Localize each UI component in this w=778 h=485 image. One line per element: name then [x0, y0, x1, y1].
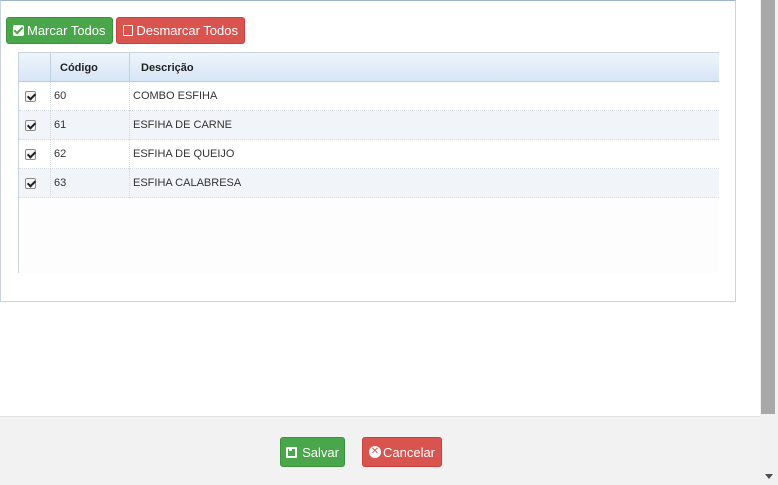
cell-divider [129, 169, 130, 198]
header-description[interactable]: Descrição [141, 53, 441, 82]
save-label: Salvar [302, 444, 339, 460]
square-icon [123, 25, 134, 36]
row-code: 62 [54, 148, 67, 160]
product-selection-panel: Marcar Todos Desmarcar Todos Código Desc… [0, 0, 736, 302]
row-code: 60 [54, 90, 67, 102]
scrollbar-thumb[interactable] [761, 0, 775, 414]
table-row[interactable]: 63 ESFIHA CALABRESA [19, 169, 719, 198]
row-checkbox[interactable] [25, 178, 36, 189]
modal-footer: Salvar ✕ Cancelar [0, 416, 760, 485]
deselect-all-button[interactable]: Desmarcar Todos [116, 17, 245, 44]
row-description: ESFIHA DE QUEIJO [133, 148, 235, 160]
cell-divider [50, 169, 51, 198]
save-button[interactable]: Salvar [280, 437, 345, 467]
times-circle-icon: ✕ [368, 446, 381, 458]
row-description: ESFIHA DE CARNE [133, 119, 233, 131]
cancel-label: Cancelar [382, 444, 436, 460]
cell-divider [50, 140, 51, 169]
row-checkbox[interactable] [25, 120, 36, 131]
row-checkbox[interactable] [25, 149, 36, 160]
cell-divider [50, 111, 51, 140]
row-checkbox[interactable] [25, 91, 36, 102]
floppy-disk-icon [286, 446, 298, 458]
cell-divider [50, 82, 51, 111]
cell-divider [129, 140, 130, 169]
row-code: 63 [54, 177, 67, 189]
header-divider [50, 53, 51, 82]
deselect-all-label: Desmarcar Todos [136, 23, 238, 38]
table-row[interactable]: 62 ESFIHA DE QUEIJO [19, 140, 719, 169]
product-grid: Código Descrição 60 COMBO ESFIHA 61 ESFI… [18, 52, 719, 273]
cell-divider [129, 111, 130, 140]
vertical-scrollbar[interactable] [760, 0, 778, 485]
cancel-button[interactable]: ✕ Cancelar [362, 437, 442, 467]
select-all-button[interactable]: Marcar Todos [6, 17, 113, 44]
check-square-icon [13, 25, 24, 36]
row-code: 61 [54, 119, 67, 131]
header-select-column [19, 53, 50, 82]
header-code[interactable]: Código [60, 53, 130, 82]
table-row[interactable]: 61 ESFIHA DE CARNE [19, 111, 719, 140]
header-divider [129, 53, 130, 82]
grid-header: Código Descrição [19, 52, 719, 82]
select-all-label: Marcar Todos [27, 23, 106, 38]
cell-divider [129, 82, 130, 111]
table-row[interactable]: 60 COMBO ESFIHA [19, 82, 719, 111]
row-description: ESFIHA CALABRESA [133, 177, 242, 189]
scroll-down-arrow-icon[interactable] [765, 474, 773, 479]
row-description: COMBO ESFIHA [133, 90, 218, 102]
modal-page: Marcar Todos Desmarcar Todos Código Desc… [0, 0, 778, 485]
